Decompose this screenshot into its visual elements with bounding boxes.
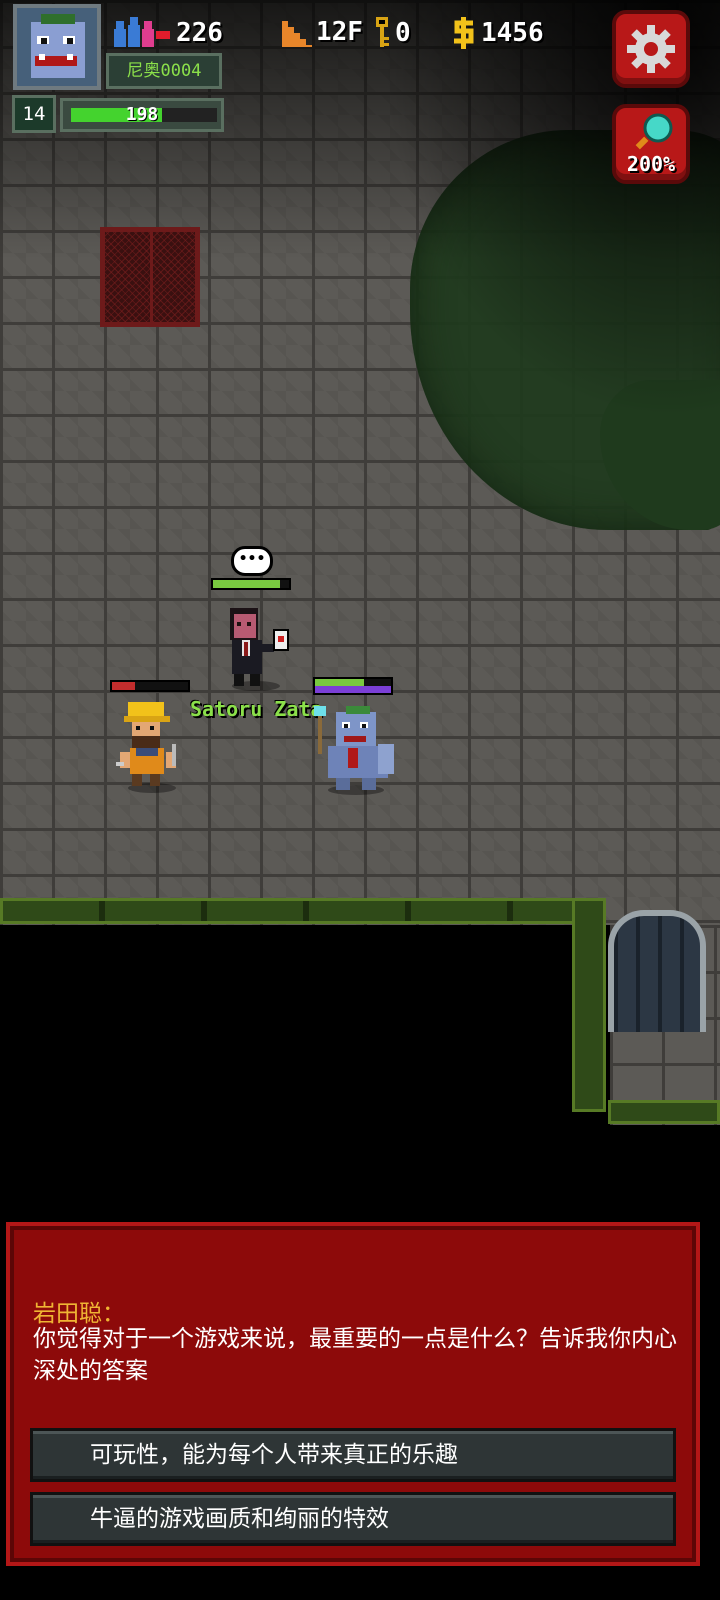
mossy-wall-edge [0,898,606,924]
dialog-text: 你觉得对于一个游戏来说，最重要的一点是什么？告诉我你内心深处的答案 [33,1326,677,1384]
npc-sprite[interactable] [220,600,296,692]
player-troll-sprite[interactable] [312,704,398,796]
key-count: 0 [373,17,411,49]
zoom-button[interactable]: 200% [612,104,690,184]
key-icon [376,17,389,47]
player-name-tag: 尼奥0004 [106,53,222,89]
magnifier-icon [635,113,673,150]
speech-bubble-icon[interactable]: ••• [231,546,273,576]
troll-avatar-icon [17,8,97,86]
player-portrait[interactable] [13,4,101,90]
dialog-choice-2[interactable]: 牛逼的游戏画质和绚丽的特效 [30,1492,676,1546]
mossy-wall-edge-vertical [572,898,606,1112]
key-value: 0 [395,18,411,48]
team-count-value: 226 [176,18,223,48]
mossy-wall-edge-corridor [608,1100,720,1124]
iron-gate-door[interactable] [608,910,706,1032]
floor-indicator: 12F [282,17,363,47]
team-count: 226 [114,17,223,49]
zoom-level: 200% [626,152,676,176]
miner-ally-sprite[interactable] [116,698,188,794]
team-icon [114,17,170,47]
dialog-choice-1[interactable]: 可玩性，能为每个人带来真正的乐趣 [30,1428,676,1482]
floor-value: 12F [316,17,363,47]
player-level: 14 [12,95,56,133]
red-locked-door[interactable] [100,227,200,327]
gold-value: 1456 [481,18,544,48]
player-hp-panel: 198 [60,98,224,132]
miner-health-bar [110,680,190,692]
settings-button[interactable] [612,10,690,88]
gold-icon [454,17,474,49]
hp-value: 198 [125,104,159,125]
stairs-icon [282,21,312,47]
gold-count: 1456 [451,17,544,49]
npc-name-label: Satoru Zata [190,697,323,721]
player-mana-bar [313,686,393,695]
gear-icon [627,25,675,73]
npc-health-bar [211,578,291,590]
